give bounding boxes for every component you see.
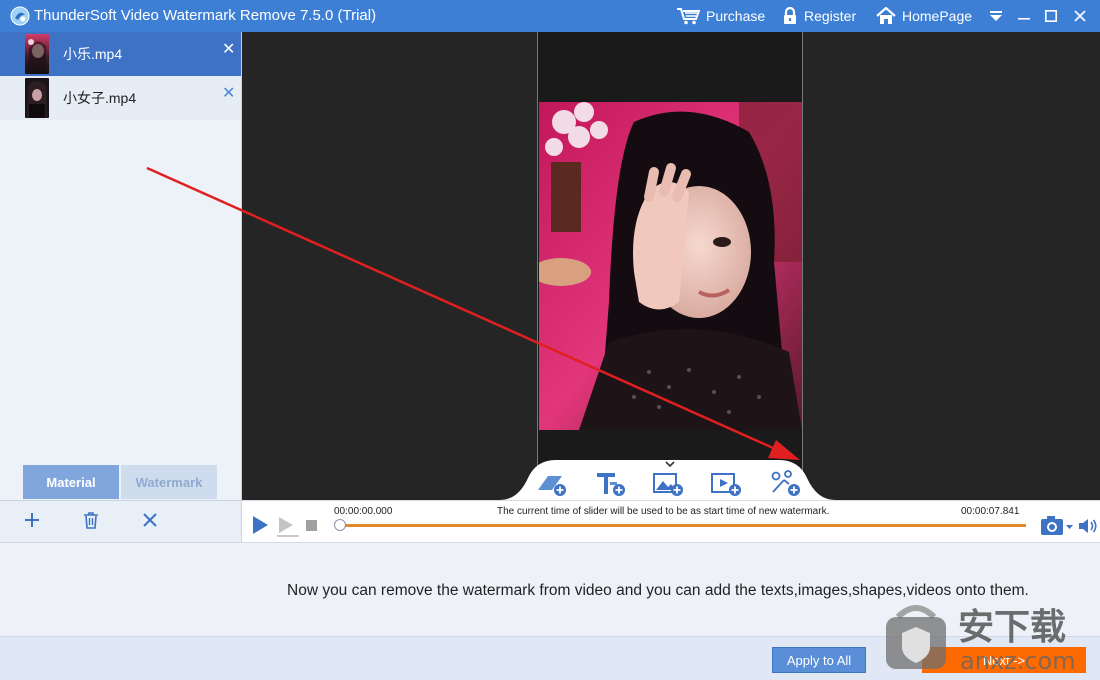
remove-area-tool-icon[interactable]: [536, 470, 568, 498]
video-thumbnail-1: [25, 34, 49, 74]
purchase-button[interactable]: Purchase: [676, 0, 765, 32]
close-icon: [1074, 10, 1086, 22]
next-frame-icon[interactable]: [276, 515, 300, 537]
add-video-tool-icon[interactable]: [711, 470, 743, 498]
tab-watermark[interactable]: Watermark: [121, 465, 217, 499]
file-item-2[interactable]: 小女子.mp4 ✕: [0, 76, 241, 120]
apply-to-all-button[interactable]: Apply to All: [772, 647, 866, 673]
remove-file-2-icon[interactable]: ✕: [222, 86, 235, 102]
start-time-label: 00:00:00.000: [334, 506, 393, 517]
timeline-slider-knob[interactable]: [334, 519, 346, 531]
stop-icon[interactable]: [306, 520, 317, 531]
file-list-panel: 小乐.mp4 ✕ 小女子.mp4 ✕ Material Watermark: [0, 32, 242, 542]
play-icon[interactable]: [250, 515, 270, 535]
homepage-label: HomePage: [902, 8, 973, 24]
register-button[interactable]: Register: [782, 0, 856, 32]
home-icon: [876, 7, 896, 24]
file-name-1: 小乐.mp4: [63, 46, 123, 62]
minimize-button[interactable]: [1010, 0, 1038, 32]
delete-file-button[interactable]: [80, 509, 102, 531]
watermark-url-text: anxz.com: [960, 647, 1076, 675]
maximize-icon: [1045, 10, 1057, 22]
menu-chevron-icon: [990, 11, 1002, 21]
file-name-2: 小女子.mp4: [63, 90, 137, 106]
volume-icon[interactable]: [1078, 517, 1098, 535]
timeline-note: The current time of slider will be used …: [497, 506, 830, 517]
video-frame-image: [539, 102, 802, 430]
cart-icon: [677, 8, 700, 25]
lock-icon: [784, 7, 796, 24]
clear-list-button[interactable]: [139, 509, 161, 531]
register-label: Register: [804, 8, 857, 24]
file-item-1[interactable]: 小乐.mp4 ✕: [0, 32, 241, 76]
plus-icon: [25, 513, 39, 527]
add-image-tool-icon[interactable]: [653, 470, 685, 498]
end-time-label: 00:00:07.841: [961, 506, 1020, 517]
remove-file-1-icon[interactable]: ✕: [222, 42, 235, 58]
video-preview-area: [242, 32, 1100, 500]
tab-material[interactable]: Material: [23, 465, 119, 499]
anxz-watermark-logo: 安下载 anxz.com: [886, 605, 1076, 675]
homepage-button[interactable]: HomePage: [876, 0, 972, 32]
snapshot-camera-icon[interactable]: [1040, 515, 1074, 537]
purchase-label: Purchase: [706, 8, 766, 24]
video-frame: [537, 32, 803, 500]
expand-chevron-icon[interactable]: [664, 461, 676, 469]
minimize-icon: [1018, 18, 1030, 20]
add-file-button[interactable]: [21, 509, 43, 531]
file-actions-bar: [0, 500, 241, 542]
add-text-tool-icon[interactable]: [595, 470, 627, 498]
window-title: ThunderSoft Video Watermark Remove 7.5.0…: [34, 7, 377, 24]
maximize-button[interactable]: [1037, 0, 1065, 32]
video-thumbnail-2: [25, 78, 49, 118]
trash-icon: [84, 512, 98, 529]
watermark-cn-text: 安下载: [958, 607, 1066, 648]
menu-dropdown-button[interactable]: [982, 0, 1010, 32]
app-logo-icon: [10, 6, 30, 26]
add-shape-tool-icon[interactable]: [770, 470, 802, 498]
x-icon: [143, 513, 157, 527]
timeline-bar: 00:00:00.000 The current time of slider …: [242, 500, 1100, 542]
timeline-track[interactable]: [340, 524, 1026, 527]
close-button[interactable]: [1066, 0, 1094, 32]
title-bar: ThunderSoft Video Watermark Remove 7.5.0…: [0, 0, 1100, 32]
